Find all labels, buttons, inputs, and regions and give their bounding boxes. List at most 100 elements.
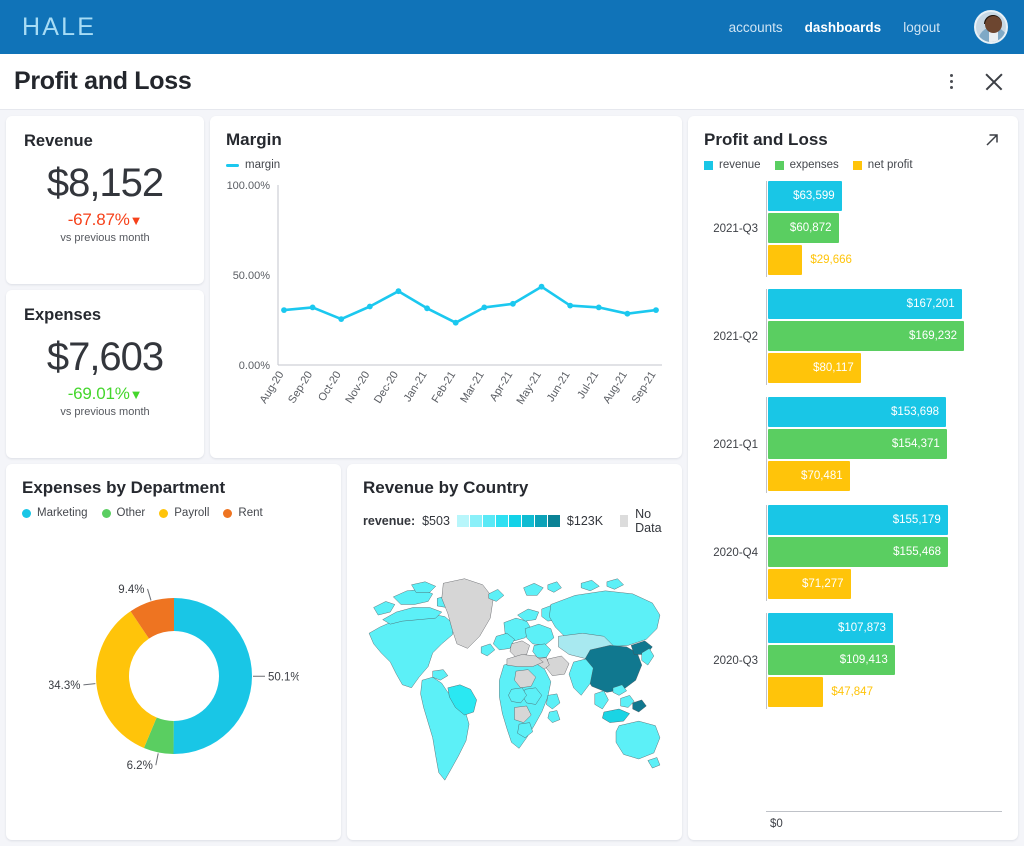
bar-revenue-2021-Q1[interactable]: $153,698 [768, 397, 946, 427]
bar-group-bars: $167,201 $169,232 $80,117 [766, 289, 1002, 385]
profit-loss-bars[interactable]: 2021-Q3$63,599$60,872$29,6662021-Q2$167,… [704, 181, 1002, 811]
map-country-24 [595, 690, 609, 708]
profit-loss-card: Profit and Loss revenue expenses [688, 116, 1018, 840]
bar-revenue-2020-Q3[interactable]: $107,873 [768, 613, 893, 643]
kpi-title-revenue: Revenue [24, 132, 186, 151]
bar-net-profit-2021-Q3[interactable]: $29,666 [768, 245, 802, 275]
user-avatar[interactable] [974, 10, 1008, 44]
legend-swatch-rent [223, 509, 232, 518]
expand-arrow-icon[interactable] [982, 130, 1002, 150]
map-country-25 [602, 708, 629, 722]
bar-value-label: $71,277 [802, 578, 851, 590]
bar-group-2020-Q3: 2020-Q3$107,873$109,413$47,847 [704, 613, 1002, 709]
map-country-14 [533, 643, 551, 657]
nav-link-accounts[interactable]: accounts [729, 20, 783, 35]
donut-chart-plot[interactable]: 50.1%6.2%34.3%9.4% [22, 519, 325, 832]
map-legend-min: $503 [422, 514, 450, 528]
bar-net-profit-2021-Q1[interactable]: $70,481 [768, 461, 850, 491]
bar-revenue-2020-Q4[interactable]: $155,179 [768, 505, 948, 535]
map-chart-title: Revenue by Country [363, 478, 666, 498]
close-icon[interactable] [982, 70, 1006, 94]
profit-loss-legend: revenue expenses net profit [704, 159, 1002, 171]
bar-group-bars: $107,873$109,413$47,847 [766, 613, 1002, 709]
svg-text:May-21: May-21 [514, 369, 544, 406]
bar-expenses-2021-Q1[interactable]: $154,371 [768, 429, 947, 459]
legend-swatch-margin [226, 164, 239, 167]
legend-item-margin[interactable]: margin [226, 159, 280, 171]
kpi-card-revenue[interactable]: Revenue $8,152 -67.87%▼ vs previous mont… [6, 116, 204, 284]
nav-link-dashboards[interactable]: dashboards [805, 20, 882, 35]
map-country-22 [546, 655, 569, 675]
map-country-13 [525, 624, 554, 645]
bar-expenses-2021-Q2[interactable]: $169,232 [768, 321, 964, 351]
legend-item-rent[interactable]: Rent [223, 507, 262, 519]
bar-group-2021-Q3: 2021-Q3$63,599$60,872$29,666 [704, 181, 1002, 277]
map-no-data-swatch [620, 515, 628, 527]
bar-value-label: $80,117 [813, 362, 861, 374]
bar-value-label: $47,847 [823, 686, 873, 698]
legend-swatch-revenue [704, 161, 713, 170]
map-country-44 [607, 578, 624, 589]
kpi-title-expenses: Expenses [24, 306, 186, 325]
legend-item-revenue[interactable]: revenue [704, 159, 761, 171]
bar-net-profit-2020-Q3[interactable]: $47,847 [768, 677, 823, 707]
svg-text:Jul-21: Jul-21 [575, 369, 601, 401]
bar-value-label: $70,481 [801, 470, 850, 482]
trend-down-icon-expenses: ▼ [130, 387, 143, 402]
profit-loss-axis-zero: $0 [770, 818, 1002, 830]
world-map-plot[interactable] [363, 535, 666, 832]
legend-label-expenses: expenses [790, 159, 839, 171]
svg-text:6.2%: 6.2% [126, 760, 152, 772]
bar-group-2021-Q2: 2021-Q2$167,201$169,232$80,117 [704, 289, 1002, 385]
map-country-4 [411, 581, 435, 592]
svg-text:Sep-21: Sep-21 [630, 369, 659, 405]
bar-value-label: $29,666 [802, 254, 852, 266]
kpi-value-revenue: $8,152 [24, 161, 186, 206]
legend-item-net-profit[interactable]: net profit [853, 159, 913, 171]
bar-value-label: $167,201 [907, 298, 962, 310]
svg-text:Sep-20: Sep-20 [286, 369, 315, 405]
left-column: Revenue $8,152 -67.87%▼ vs previous mont… [6, 116, 682, 840]
svg-text:Oct-20: Oct-20 [316, 369, 344, 403]
legend-item-payroll[interactable]: Payroll [159, 507, 209, 519]
map-color-ramp [457, 515, 560, 527]
brand-logo[interactable]: HALE [22, 13, 96, 42]
legend-label-net-profit: net profit [868, 159, 913, 171]
legend-item-other[interactable]: Other [102, 507, 146, 519]
bar-expenses-2020-Q3[interactable]: $109,413 [768, 645, 895, 675]
legend-item-marketing[interactable]: Marketing [22, 507, 88, 519]
legend-swatch-expenses [775, 161, 784, 170]
bar-group-2021-Q1: 2021-Q1$153,698$154,371$70,481 [704, 397, 1002, 493]
bar-expenses-2020-Q4[interactable]: $155,468 [768, 537, 948, 567]
top-row: Revenue $8,152 -67.87%▼ vs previous mont… [6, 116, 682, 458]
top-navigation-bar: HALE accounts dashboards logout [0, 0, 1024, 54]
margin-chart-plot[interactable]: 0.00%50.00%100.00%Aug-20Sep-20Oct-20Nov-… [226, 177, 666, 427]
legend-item-expenses[interactable]: expenses [775, 159, 839, 171]
bar-value-label: $153,698 [891, 406, 946, 418]
dashboard-app: HALE accounts dashboards logout Profit a… [0, 0, 1024, 846]
svg-text:Aug-20: Aug-20 [258, 369, 287, 405]
bar-group-bars: $63,599$60,872$29,666 [766, 181, 1002, 277]
map-country-42 [548, 581, 562, 592]
bar-expenses-2021-Q3[interactable]: $60,872 [768, 213, 839, 243]
map-country-21 [569, 659, 593, 695]
bar-group-label: 2020-Q3 [704, 655, 766, 667]
bar-revenue-2021-Q3[interactable]: $63,599 [768, 181, 842, 211]
legend-label-rent: Rent [238, 507, 262, 519]
bar-net-profit-2020-Q4[interactable]: $71,277 [768, 569, 851, 599]
more-vertical-icon[interactable] [942, 71, 960, 93]
map-ramp-step-5 [522, 515, 534, 527]
map-ramp-step-0 [457, 515, 469, 527]
kpi-card-expenses[interactable]: Expenses $7,603 -69.01%▼ vs previous mon… [6, 290, 204, 458]
svg-text:Aug-21: Aug-21 [601, 369, 630, 405]
kpi-delta-value-revenue: -67.87% [68, 210, 130, 229]
map-country-40 [548, 710, 560, 722]
nav-link-logout[interactable]: logout [903, 20, 940, 35]
kpi-delta-expenses: -69.01%▼ [24, 384, 186, 404]
bar-net-profit-2021-Q2[interactable]: $80,117 [768, 353, 861, 383]
world-choropleth-svg [363, 539, 666, 829]
map-country-3 [374, 601, 395, 615]
bar-value-label: $107,873 [838, 622, 893, 634]
bar-value-label: $154,371 [892, 438, 947, 450]
bar-revenue-2021-Q2[interactable]: $167,201 [768, 289, 962, 319]
